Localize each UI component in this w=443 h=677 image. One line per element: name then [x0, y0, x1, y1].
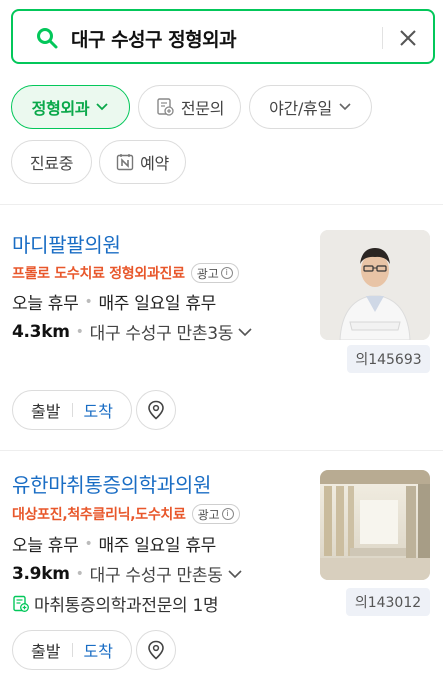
ad-badge[interactable]: 광고 i [191, 504, 240, 524]
dot-separator: • [75, 565, 84, 582]
divider [71, 403, 73, 417]
result-title[interactable]: 유한마취통증의학과의원 [12, 469, 211, 498]
filter-chip-label: 예약 [140, 154, 169, 173]
info-icon: i [221, 508, 234, 520]
filter-chip-night-holiday[interactable]: 야간/휴일 [249, 85, 372, 129]
info-icon: i [220, 267, 233, 279]
divider [71, 643, 73, 657]
map-pin-button[interactable] [136, 630, 176, 670]
distance: 3.9km [12, 563, 70, 584]
naver-booking-icon [116, 154, 134, 171]
route-arrive-button[interactable]: 도착 [84, 398, 113, 422]
map-pin-icon [148, 640, 164, 660]
route-start-button[interactable]: 출발 [31, 398, 60, 422]
route-start-button[interactable]: 출발 [31, 638, 60, 662]
specialist-line: 마취통증의학과전문의 1명 [12, 591, 219, 616]
ad-badge[interactable]: 광고 i [190, 263, 239, 283]
ad-text[interactable]: 프롤로 도수치료 정형외과진료 [12, 263, 185, 283]
doctor-badge-icon [157, 98, 174, 116]
dot-separator: • [75, 323, 84, 340]
license-badge: 의145693 [347, 345, 430, 373]
route-button[interactable]: 출발 도착 [12, 390, 132, 430]
dot-separator: • [84, 535, 93, 552]
hours-text: 매주 일요일 휴무 [98, 294, 217, 314]
distance: 4.3km [12, 321, 70, 342]
result-title[interactable]: 마디팔팔의원 [12, 229, 121, 258]
filter-chip-booking[interactable]: 예약 [99, 140, 186, 184]
close-icon[interactable] [396, 26, 420, 50]
search-icon[interactable] [35, 26, 59, 50]
ad-badge-label: 광고 [197, 507, 220, 522]
license-badge: 의143012 [346, 588, 430, 616]
search-box[interactable]: 대구 수성구 정형외과 [11, 9, 435, 64]
status-text: 오늘 휴무 [12, 294, 79, 314]
chevron-down-icon [339, 103, 351, 111]
filter-chip-label: 전문의 [180, 99, 225, 118]
chevron-down-icon [227, 569, 242, 578]
ad-line: 대상포진,척추클리닉,도수치료 광고 i [12, 504, 240, 524]
map-pin-button[interactable] [136, 390, 176, 430]
search-input[interactable]: 대구 수성구 정형외과 [71, 25, 237, 52]
hours-text: 매주 일요일 휴무 [98, 536, 217, 556]
address: 대구 수성구 만촌동 [89, 566, 223, 586]
filter-chip-open-now[interactable]: 진료중 [11, 140, 92, 184]
clinic-photo[interactable] [320, 470, 430, 580]
map-pin-icon [148, 400, 164, 420]
divider [0, 204, 443, 205]
filter-chip-label: 진료중 [29, 154, 74, 173]
address: 대구 수성구 만촌3동 [89, 324, 234, 344]
filter-chip-label: 야간/휴일 [269, 99, 332, 118]
route-button[interactable]: 출발 도착 [12, 630, 132, 670]
divider [382, 27, 383, 49]
hours-line: 오늘 휴무 • 매주 일요일 휴무 [12, 531, 217, 557]
chevron-down-icon [96, 103, 108, 111]
divider [0, 450, 443, 451]
ad-line: 프롤로 도수치료 정형외과진료 광고 i [12, 263, 239, 283]
location-line[interactable]: 3.9km • 대구 수성구 만촌동 [12, 561, 243, 586]
filter-chip-specialist[interactable]: 전문의 [138, 85, 241, 129]
ad-text[interactable]: 대상포진,척추클리닉,도수치료 [12, 504, 186, 524]
doctor-photo[interactable] [320, 230, 430, 340]
filter-chip-label: 정형외과 [31, 99, 90, 118]
ad-badge-label: 광고 [196, 266, 219, 281]
doctor-badge-icon [13, 595, 29, 612]
status-text: 오늘 휴무 [12, 536, 79, 556]
specialist-text: 마취통증의학과전문의 1명 [34, 596, 219, 616]
filter-chip-orthopedics[interactable]: 정형외과 [11, 85, 130, 129]
location-line[interactable]: 4.3km • 대구 수성구 만촌3동 [12, 319, 253, 344]
dot-separator: • [84, 293, 93, 310]
hours-line: 오늘 휴무 • 매주 일요일 휴무 [12, 289, 217, 315]
chevron-down-icon [238, 327, 252, 336]
route-arrive-button[interactable]: 도착 [84, 638, 113, 662]
